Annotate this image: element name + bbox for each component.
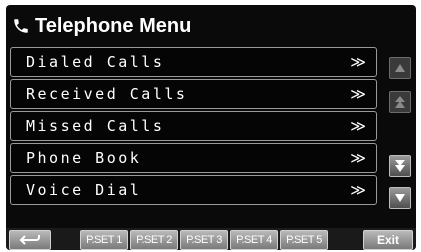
menu-item-label: Phone Book <box>26 149 142 167</box>
menu-item-label: Dialed Calls <box>26 53 165 71</box>
page-title: Telephone Menu <box>35 14 192 37</box>
preset-3-button[interactable]: P.SET 3 <box>180 230 228 250</box>
triangle-up-icon <box>395 64 405 72</box>
double-chevron-right-icon: ≫ <box>350 149 366 167</box>
preset-label: P.SET 5 <box>286 234 322 246</box>
exit-button[interactable]: Exit <box>363 230 413 250</box>
menu-item-received-calls[interactable]: Received Calls ≫ <box>10 79 377 109</box>
double-chevron-right-icon: ≫ <box>350 181 366 199</box>
double-chevron-right-icon: ≫ <box>350 117 366 135</box>
return-arrow-icon <box>19 235 40 245</box>
preset-2-button[interactable]: P.SET 2 <box>130 230 178 250</box>
preset-label: P.SET 2 <box>136 234 172 246</box>
exit-label: Exit <box>376 233 399 247</box>
preset-5-button[interactable]: P.SET 5 <box>280 230 328 250</box>
double-chevron-right-icon: ≫ <box>350 85 366 103</box>
preset-label: P.SET 3 <box>186 234 222 246</box>
double-triangle-up-icon <box>395 96 405 108</box>
back-button[interactable] <box>9 230 51 250</box>
preset-label: P.SET 1 <box>86 234 122 246</box>
menu-item-label: Missed Calls <box>26 117 165 135</box>
preset-label: P.SET 4 <box>236 234 272 246</box>
menu-item-voice-dial[interactable]: Voice Dial ≫ <box>10 175 377 205</box>
menu-item-label: Received Calls <box>26 85 188 103</box>
triangle-down-icon <box>395 194 405 202</box>
telephone-menu-screen: Telephone Menu Dialed Calls ≫ Received C… <box>6 5 416 250</box>
phone-icon <box>14 19 28 33</box>
menu-item-dialed-calls[interactable]: Dialed Calls ≫ <box>10 47 377 77</box>
bottom-bar: P.SET 1 P.SET 2 P.SET 3 P.SET 4 P.SET 5 … <box>6 228 416 250</box>
double-chevron-right-icon: ≫ <box>350 53 366 71</box>
scroll-down-button[interactable] <box>389 187 411 209</box>
double-triangle-down-icon <box>395 160 405 172</box>
preset-1-button[interactable]: P.SET 1 <box>80 230 128 250</box>
preset-4-button[interactable]: P.SET 4 <box>230 230 278 250</box>
page-up-button[interactable] <box>389 91 411 113</box>
page-down-button[interactable] <box>389 155 411 177</box>
scroll-up-button[interactable] <box>389 57 411 79</box>
menu-item-label: Voice Dial <box>26 181 142 199</box>
menu-item-missed-calls[interactable]: Missed Calls ≫ <box>10 111 377 141</box>
header: Telephone Menu <box>12 8 191 44</box>
menu-item-phone-book[interactable]: Phone Book ≫ <box>10 143 377 173</box>
